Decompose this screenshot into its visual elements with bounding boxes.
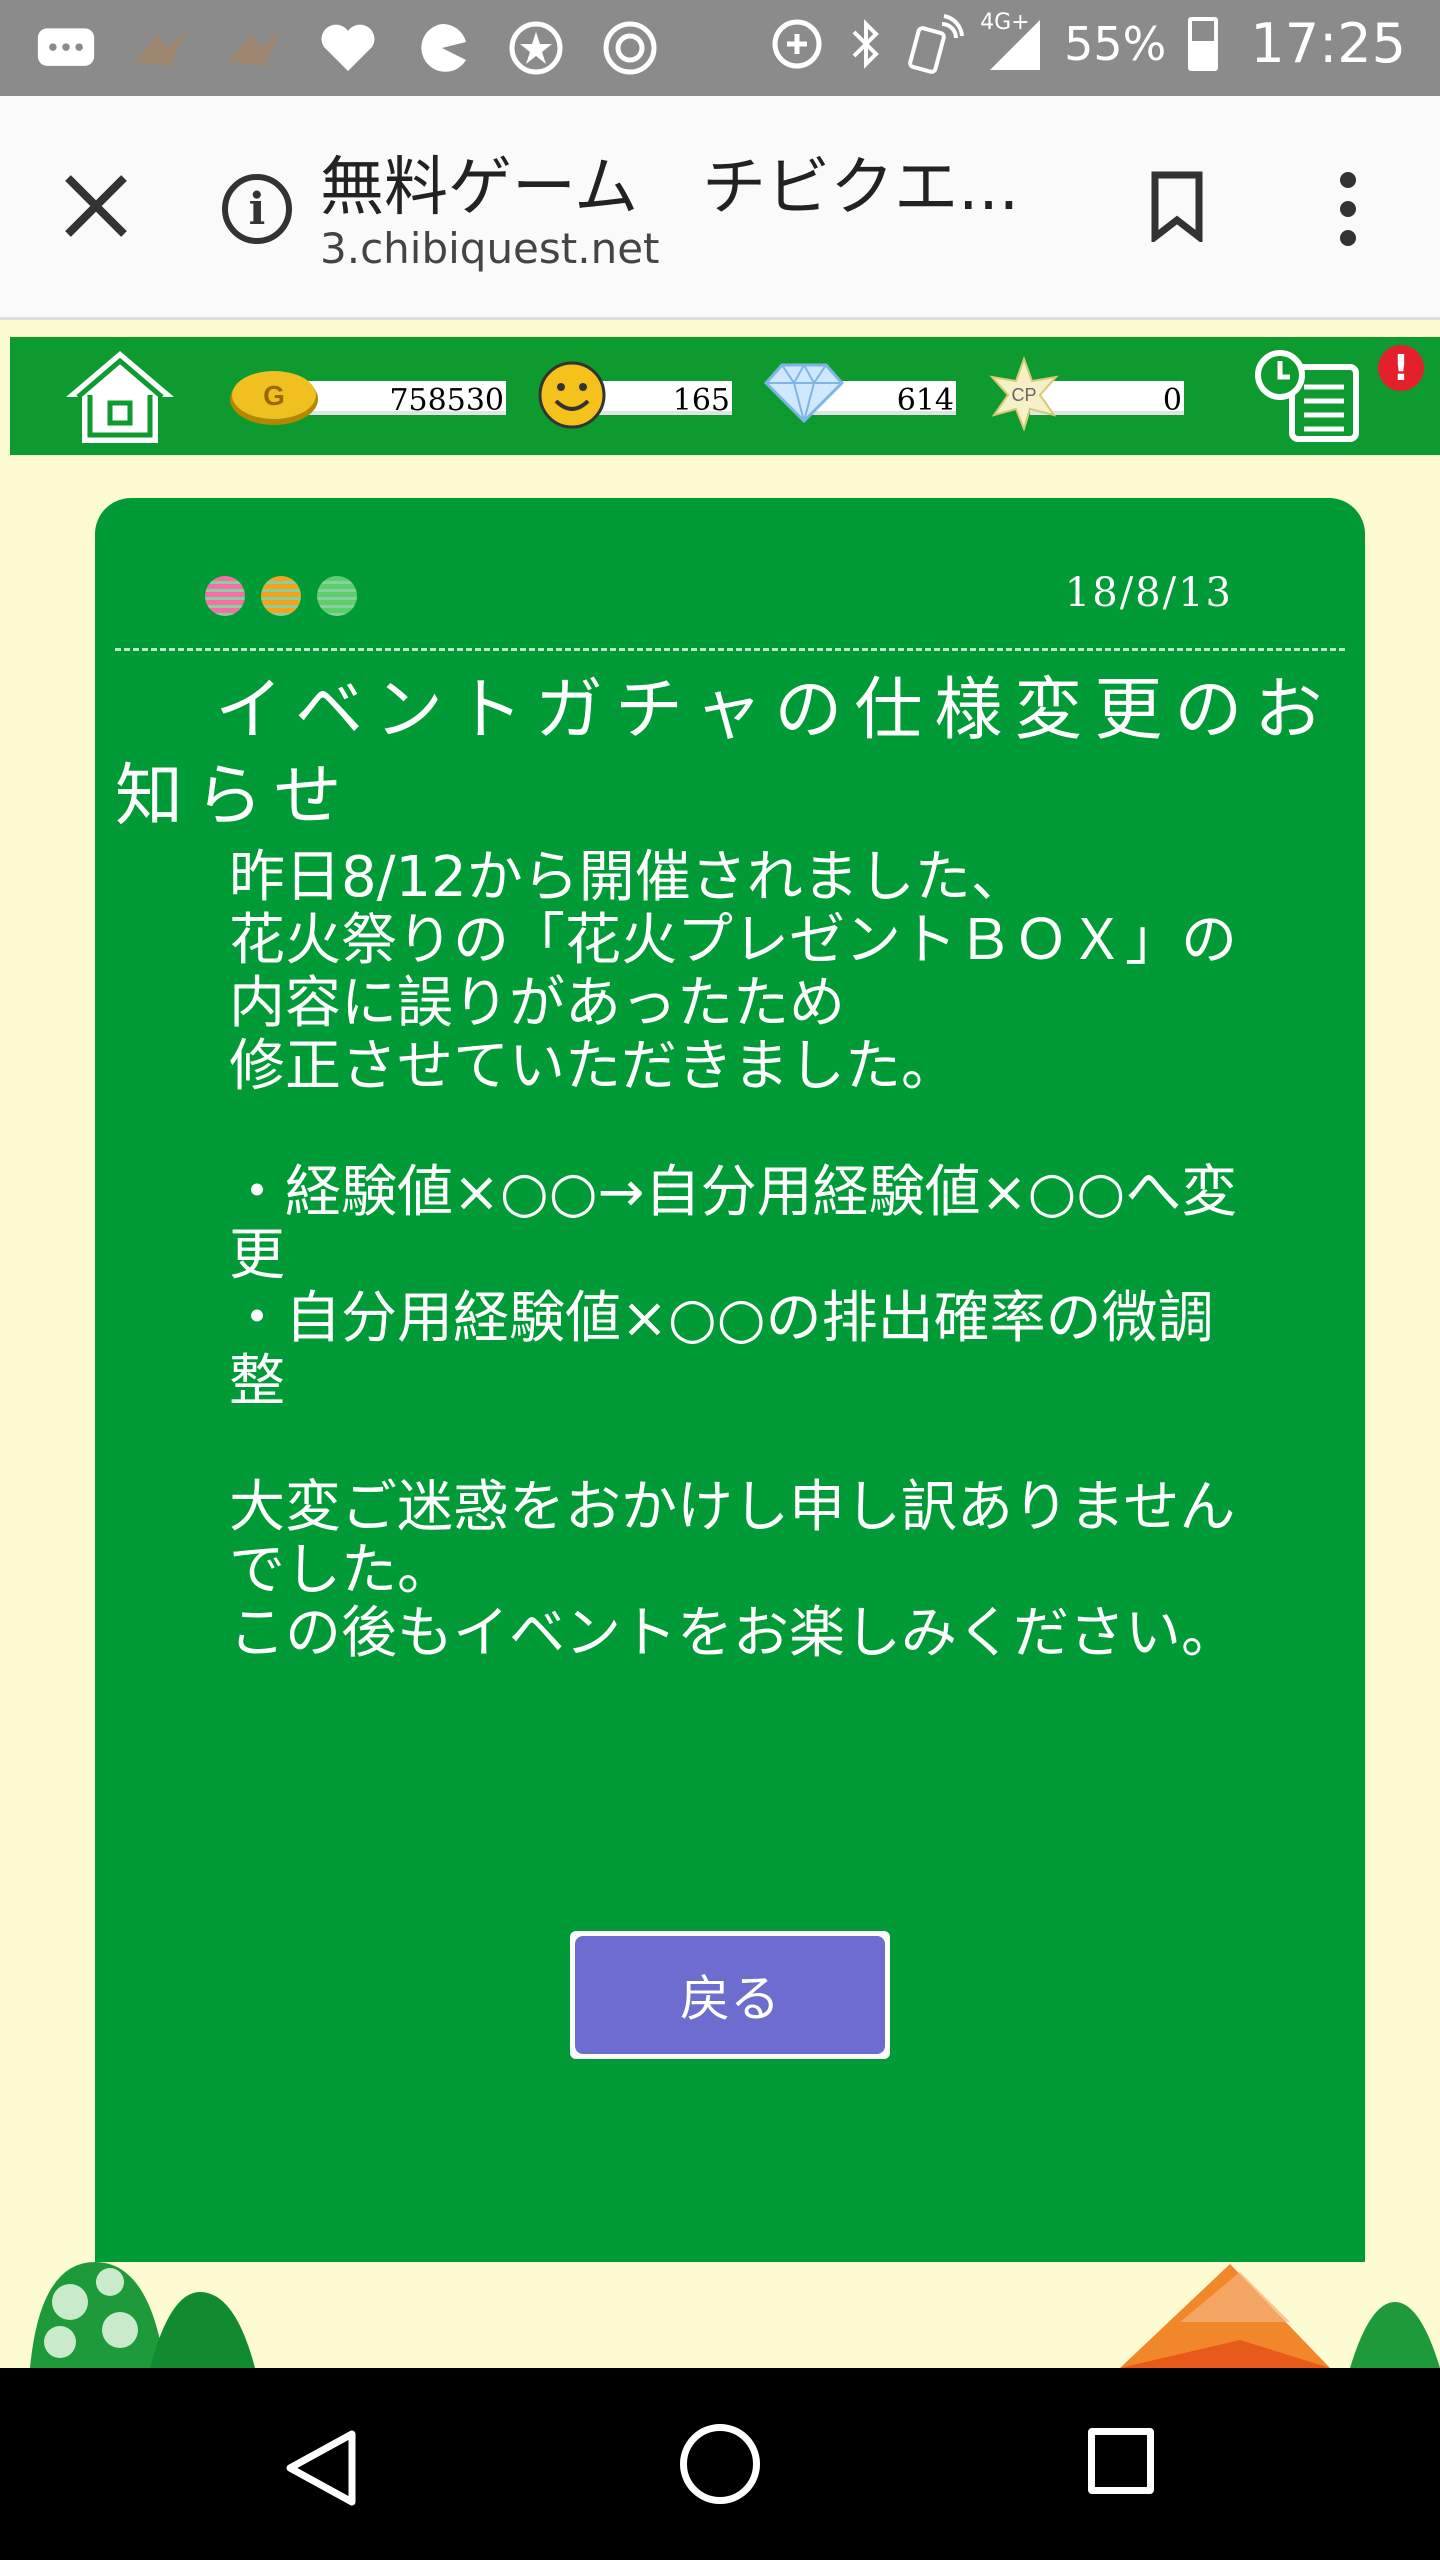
notice-panel: 18/8/13 イベントガチャの仕様変更のお知らせ 昨日8/12から開催されまし… xyxy=(95,498,1365,2262)
navigation-bar xyxy=(0,2368,1440,2560)
signal-icon: 4G+ xyxy=(980,10,1042,72)
green-dot-icon xyxy=(317,576,357,616)
more-menu-icon[interactable] xyxy=(1330,172,1366,246)
system-indicators: 4G+ 55% 17:25 xyxy=(770,10,1406,75)
cp-value: 0 xyxy=(1162,383,1182,418)
notification-icons xyxy=(36,18,660,78)
bluetooth-icon xyxy=(852,18,879,69)
notice-list-icon[interactable] xyxy=(1250,345,1370,445)
data-saver-icon xyxy=(772,19,822,68)
pacman-icon xyxy=(412,18,472,78)
alert-badge: ! xyxy=(1378,345,1424,391)
diamond-counter: 614 xyxy=(762,362,958,424)
bird-icon xyxy=(130,18,190,78)
battery-percent: 55% xyxy=(1064,16,1167,71)
diamond-value: 614 xyxy=(896,383,954,418)
status-bar: 4G+ 55% 17:25 xyxy=(0,0,1440,96)
gold-value: 758530 xyxy=(389,383,504,418)
gold-counter: G 758530 xyxy=(228,371,508,425)
game-icon xyxy=(600,18,660,78)
clock: 17:25 xyxy=(1250,12,1406,75)
scenery-decoration xyxy=(30,2262,1440,2368)
smiley-icon xyxy=(538,361,606,429)
svg-text:CP: CP xyxy=(1011,385,1036,405)
star-badge-icon xyxy=(506,18,566,78)
back-triangle-icon[interactable] xyxy=(282,2428,362,2508)
back-button[interactable]: 戻る xyxy=(570,1931,890,2059)
page-url: 3.chibiquest.net xyxy=(320,224,660,273)
divider xyxy=(115,648,1345,651)
home-icon[interactable] xyxy=(58,345,182,449)
close-icon[interactable] xyxy=(58,168,134,244)
notice-body: 昨日8/12から開催されました、 花火祭りの「花火プレゼントＢＯＸ」の内容に誤り… xyxy=(229,845,1238,1666)
game-header: G 758530 165 614 CP 0 ! xyxy=(10,337,1440,455)
battery-icon xyxy=(1188,16,1219,71)
cp-star-icon: CP xyxy=(989,356,1059,431)
smile-counter: 165 xyxy=(538,361,734,429)
page-title: 無料ゲーム チビクエ... xyxy=(320,151,1020,225)
smile-value: 165 xyxy=(672,383,730,418)
gold-coin-icon: G xyxy=(230,371,318,425)
diamond-icon xyxy=(763,362,845,424)
back-button-label: 戻る xyxy=(575,1936,885,2054)
decorative-dots xyxy=(205,576,357,616)
heart-icon xyxy=(318,18,378,78)
bookmark-icon[interactable] xyxy=(1150,170,1204,242)
cp-counter: CP 0 xyxy=(986,356,1186,431)
info-icon[interactable]: i xyxy=(222,174,292,244)
pink-dot-icon xyxy=(205,576,245,616)
recent-apps-icon[interactable] xyxy=(1088,2428,1154,2494)
message-icon xyxy=(36,18,96,78)
bird-icon xyxy=(224,18,284,78)
orange-dot-icon xyxy=(261,576,301,616)
home-circle-icon[interactable] xyxy=(680,2424,760,2504)
notice-title: イベントガチャの仕様変更のお知らせ xyxy=(115,671,1335,836)
nfc-phone-icon xyxy=(908,13,965,74)
notice-date: 18/8/13 xyxy=(1064,570,1233,616)
browser-toolbar: i 無料ゲーム チビクエ... 3.chibiquest.net xyxy=(0,96,1440,320)
svg-text:G: G xyxy=(263,380,285,411)
